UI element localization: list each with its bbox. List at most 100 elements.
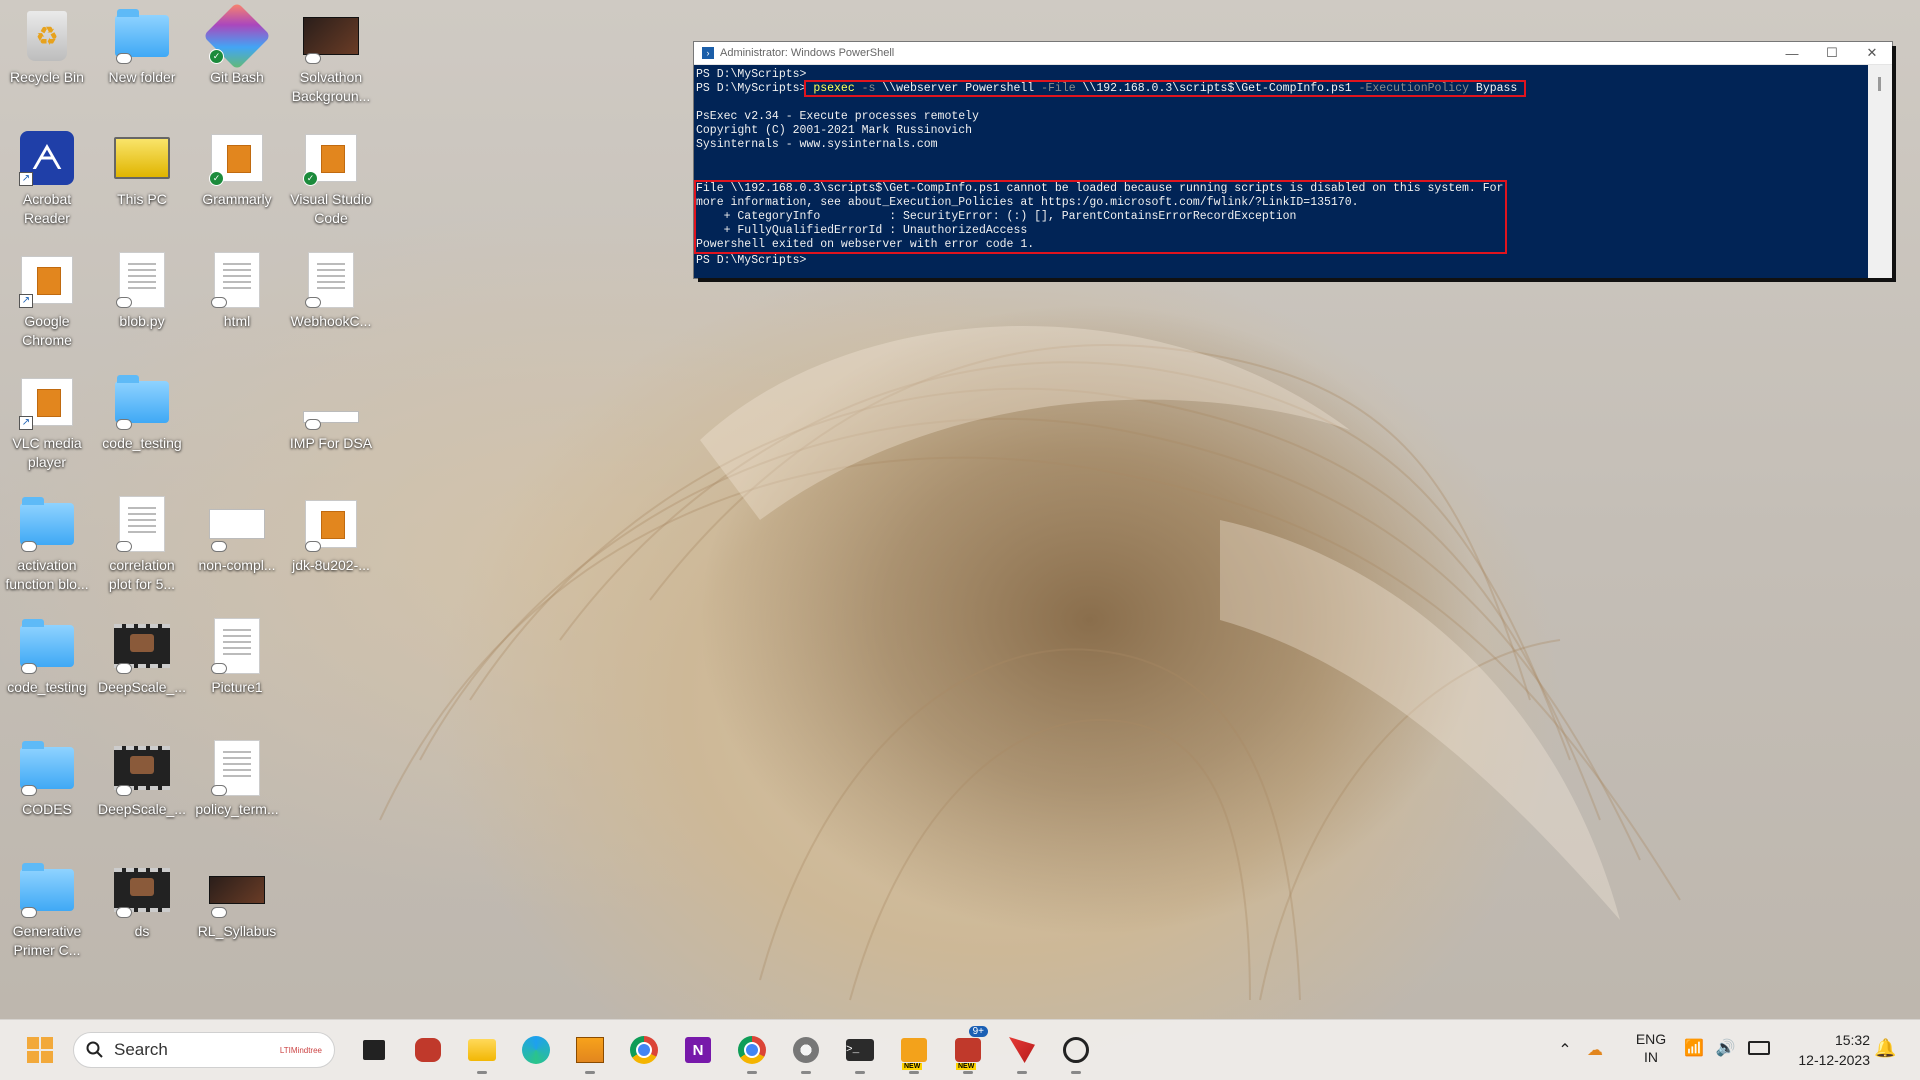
google-chrome-shortcut[interactable]: ↗ Google Chrome bbox=[0, 252, 94, 350]
wifi-icon: 📶 bbox=[1684, 1040, 1704, 1057]
vertical-scrollbar[interactable] bbox=[1868, 65, 1892, 278]
code-testing-folder[interactable]: code_testing bbox=[95, 374, 189, 453]
codes-folder[interactable]: CODES bbox=[0, 740, 94, 819]
terminal-icon: >_ bbox=[846, 1039, 874, 1061]
browser-app-button[interactable] bbox=[1054, 1028, 1098, 1074]
solvathon-background-file[interactable]: Solvathon Backgroun... bbox=[284, 8, 378, 106]
edge-button[interactable] bbox=[514, 1028, 558, 1072]
snipping-tool-button[interactable] bbox=[1000, 1028, 1044, 1074]
vscode-shortcut[interactable]: ✓ Visual Studio Code bbox=[284, 130, 378, 228]
webhook-file[interactable]: WebhookC... bbox=[284, 252, 378, 331]
chrome-profile-button[interactable] bbox=[730, 1028, 774, 1074]
document-icon bbox=[303, 374, 359, 430]
outlook-button[interactable]: NEW bbox=[892, 1028, 936, 1074]
html-file[interactable]: html bbox=[190, 252, 284, 331]
maximize-icon[interactable]: ☐ bbox=[1812, 45, 1852, 61]
recycle-bin-shortcut[interactable]: ♻ Recycle Bin bbox=[0, 8, 94, 87]
error-line: File \\192.168.0.3\scripts$\Get-CompInfo… bbox=[696, 182, 1504, 195]
start-button[interactable] bbox=[18, 1028, 62, 1072]
taskbar-search[interactable]: Search LTIMindtree bbox=[73, 1032, 335, 1068]
chrome-icon bbox=[630, 1036, 658, 1064]
app-file-icon bbox=[303, 496, 359, 552]
app-file-icon: ✓ bbox=[303, 130, 359, 186]
icon-label: Acrobat Reader bbox=[22, 191, 72, 226]
notification-badge: 9+ bbox=[968, 1026, 988, 1037]
new-tag: NEW bbox=[956, 1063, 977, 1070]
language-indicator[interactable]: ENG IN bbox=[1624, 1030, 1678, 1066]
icon-label: New folder bbox=[108, 69, 176, 85]
activation-function-folder[interactable]: activation function blo... bbox=[0, 496, 94, 594]
icon-label: Recycle Bin bbox=[10, 69, 84, 85]
error-line: + FullyQualifiedErrorId : UnauthorizedAc… bbox=[696, 224, 1028, 237]
close-icon[interactable]: ✕ bbox=[1852, 45, 1892, 61]
error-line: Powershell exited on webserver with erro… bbox=[696, 238, 1035, 251]
chrome-button[interactable] bbox=[622, 1028, 666, 1072]
ds-video-file[interactable]: ds bbox=[95, 862, 189, 941]
folder-icon bbox=[19, 740, 75, 796]
icon-label: Solvathon Backgroun... bbox=[291, 69, 371, 104]
correlation-plot-file[interactable]: correlation plot for 5... bbox=[95, 496, 189, 594]
app-file-icon: ↗ bbox=[19, 252, 75, 308]
teams-chat-button[interactable] bbox=[406, 1028, 450, 1072]
document-icon bbox=[209, 740, 265, 796]
generative-primer-folder[interactable]: Generative Primer C... bbox=[0, 862, 94, 960]
icon-label: html bbox=[223, 313, 251, 329]
onenote-icon: N bbox=[685, 1037, 711, 1063]
icon-label: VLC media player bbox=[12, 435, 82, 470]
new-folder-shortcut[interactable]: New folder bbox=[95, 8, 189, 87]
acrobat-reader-shortcut[interactable]: ᗅ ↗ Acrobat Reader bbox=[0, 130, 94, 228]
error-line: + CategoryInfo : SecurityError: (:) [], … bbox=[696, 210, 1297, 223]
task-view-icon bbox=[363, 1040, 385, 1060]
image-file-icon bbox=[209, 862, 265, 918]
folder-icon bbox=[19, 618, 75, 674]
teams-icon bbox=[955, 1038, 981, 1062]
video-file-icon bbox=[114, 862, 170, 918]
icon-label: DeepScale_... bbox=[98, 679, 186, 695]
video-file-icon bbox=[114, 618, 170, 674]
grammarly-shortcut[interactable]: ✓ Grammarly bbox=[190, 130, 284, 209]
teams-button[interactable]: 9+ NEW bbox=[946, 1026, 990, 1074]
terminal-button[interactable]: >_ bbox=[838, 1028, 882, 1074]
document-icon bbox=[209, 252, 265, 308]
powershell-window[interactable]: › Administrator: Windows PowerShell — ☐ … bbox=[694, 42, 1892, 278]
clock[interactable]: 15:32 12-12-2023 bbox=[1784, 1030, 1870, 1070]
blob-py-file[interactable]: blob.py bbox=[95, 252, 189, 331]
rl-syllabus-file[interactable]: RL_Syllabus bbox=[190, 862, 284, 941]
icon-label: blob.py bbox=[119, 313, 165, 329]
picture1-file[interactable]: Picture1 bbox=[190, 618, 284, 697]
policy-terms-file[interactable]: policy_term... bbox=[190, 740, 284, 819]
console-output[interactable]: PS D:\MyScripts> PS D:\MyScripts> psexec … bbox=[694, 65, 1868, 278]
notification-bell-icon[interactable]: 🔔 bbox=[1874, 1038, 1896, 1059]
folder-icon bbox=[19, 862, 75, 918]
icon-label: IMP For DSA bbox=[289, 435, 373, 451]
deepscale-video-file[interactable]: DeepScale_... bbox=[95, 618, 189, 697]
jdk-installer-file[interactable]: jdk-8u202-... bbox=[284, 496, 378, 575]
onenote-button[interactable]: N bbox=[676, 1028, 720, 1072]
vlc-shortcut[interactable]: ↗ VLC media player bbox=[0, 374, 94, 472]
this-pc-shortcut[interactable]: This PC bbox=[95, 130, 189, 209]
window-titlebar[interactable]: › Administrator: Windows PowerShell — ☐ … bbox=[694, 42, 1892, 65]
quick-settings[interactable]: 📶 🔊 bbox=[1684, 1038, 1770, 1058]
system-tray: ⌃ ☁ bbox=[1550, 1020, 1610, 1080]
code-testing-folder-2[interactable]: code_testing bbox=[0, 618, 94, 697]
icon-label: Picture1 bbox=[211, 679, 263, 695]
deepscale-video-file-2[interactable]: DeepScale_... bbox=[95, 740, 189, 819]
settings-button[interactable] bbox=[784, 1028, 828, 1074]
task-view-button[interactable] bbox=[352, 1028, 396, 1072]
store-button[interactable] bbox=[568, 1028, 612, 1074]
git-bash-shortcut[interactable]: ✓ Git Bash bbox=[190, 2, 284, 87]
region-code: IN bbox=[1644, 1049, 1658, 1065]
folder-icon bbox=[114, 374, 170, 430]
icon-label: correlation plot for 5... bbox=[108, 557, 176, 592]
chevron-up-icon[interactable]: ⌃ bbox=[1550, 1040, 1580, 1060]
imp-for-dsa-file[interactable]: IMP For DSA bbox=[284, 374, 378, 453]
icon-label: Grammarly bbox=[202, 191, 272, 207]
monitor-icon bbox=[114, 130, 170, 186]
document-icon bbox=[303, 252, 359, 308]
icon-label: jdk-8u202-... bbox=[292, 557, 370, 573]
onedrive-icon[interactable]: ☁ bbox=[1580, 1040, 1610, 1060]
file-explorer-button[interactable] bbox=[460, 1028, 504, 1074]
minimize-icon[interactable]: — bbox=[1772, 46, 1812, 61]
non-compliance-file[interactable]: non-compl... bbox=[190, 496, 284, 575]
acrobat-icon: ᗅ ↗ bbox=[19, 130, 75, 186]
